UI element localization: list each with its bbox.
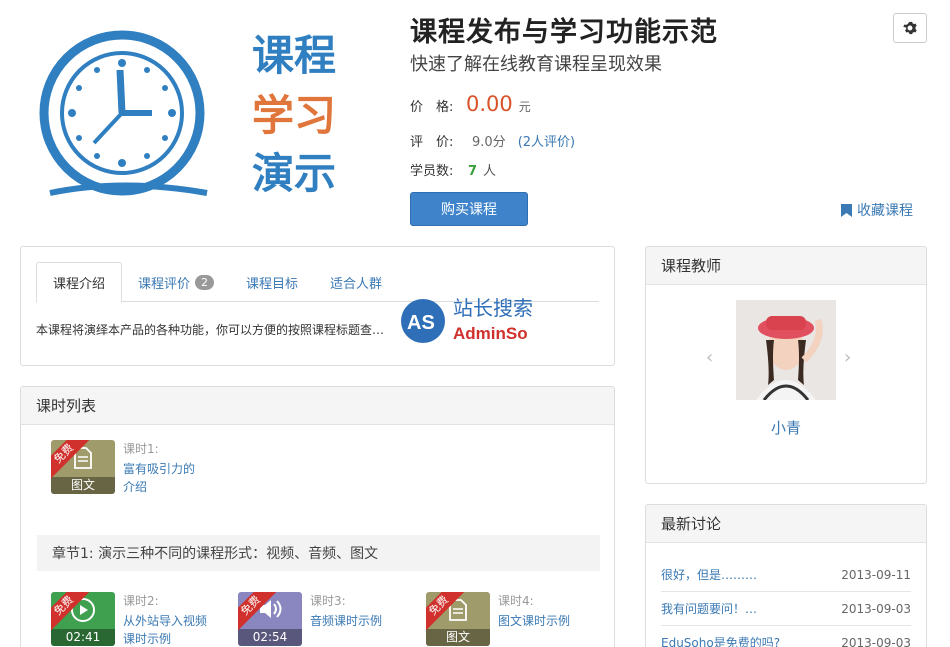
price-unit: 元	[518, 100, 531, 114]
lesson-number: 课时2:	[123, 594, 159, 608]
bookmark-icon	[841, 203, 852, 217]
lesson-item[interactable]: 02:54 免费 课时3: 音频课时示例	[238, 592, 418, 647]
lesson-thumbnail: 图文 免费	[51, 440, 115, 494]
lesson-list-heading: 课时列表	[21, 387, 614, 425]
teacher-heading: 课程教师	[646, 247, 926, 285]
lesson-item[interactable]: 02:41 免费 课时2: 从外站导入视频课时示例	[51, 592, 231, 647]
lesson-thumbnail: 图文 免费	[426, 592, 490, 646]
lesson-title[interactable]: 音频课时示例	[310, 612, 410, 630]
discussion-date: 2013-09-03	[841, 635, 911, 647]
buy-course-button[interactable]: 购买课程	[410, 192, 528, 226]
discussion-row: 很好，但是……… 2013-09-11	[661, 558, 911, 592]
lesson-number: 课时1:	[123, 442, 159, 456]
rating-row: 评 价: 9.0分 (2人评价)	[410, 131, 575, 150]
price-value: 0.00	[466, 92, 513, 116]
tab-audience[interactable]: 适合人群	[314, 262, 398, 302]
discussion-title[interactable]: EduSoho是免费的吗?	[661, 634, 780, 647]
price-label: 价 格:	[410, 100, 454, 115]
lesson-title[interactable]: 图文课时示例	[498, 612, 598, 630]
discussion-row: EduSoho是免费的吗? 2013-09-03	[661, 626, 911, 647]
favorite-course-link[interactable]: 收藏课程	[841, 200, 913, 220]
rating-label: 评 价:	[410, 135, 454, 150]
lesson-duration: 02:54	[238, 629, 302, 646]
lesson-thumbnail: 02:54 免费	[238, 592, 302, 646]
cover-line-2: 学习	[252, 92, 336, 139]
course-title: 课程发布与学习功能示范	[410, 17, 718, 48]
lesson-number: 课时4:	[498, 594, 534, 608]
students-value: 7	[468, 164, 478, 179]
lesson-thumbnail: 02:41 免费	[51, 592, 115, 646]
settings-button[interactable]	[893, 13, 927, 43]
watermark-line-1: 站长搜索	[453, 297, 533, 320]
lesson-type: 图文	[51, 477, 115, 494]
watermark-logo-text: AS	[407, 312, 435, 334]
chapter-header: 章节1: 演示三种不同的课程形式：视频、音频、图文	[37, 535, 600, 571]
teacher-name[interactable]: 小青	[646, 417, 926, 438]
review-count-badge: 2	[195, 274, 215, 290]
students-row: 学员数: 7 人	[410, 160, 496, 179]
rating-value: 9.0分	[472, 135, 506, 150]
cover-line-3: 演示	[252, 150, 336, 197]
lesson-type: 图文	[426, 629, 490, 646]
gear-icon	[903, 21, 917, 35]
price-row: 价 格: 0.00 元	[410, 92, 531, 116]
rating-count-link[interactable]: (2人评价)	[518, 131, 575, 150]
tab-goals[interactable]: 课程目标	[230, 262, 314, 302]
cover-line-1: 课程	[252, 32, 336, 79]
discussion-title[interactable]: 很好，但是………	[661, 566, 757, 583]
favorite-label: 收藏课程	[857, 203, 913, 219]
prev-teacher-arrow[interactable]: ‹	[706, 347, 713, 368]
discussion-panel: 最新讨论 很好，但是……… 2013-09-11 我有问题要问！… 2013-0…	[645, 504, 927, 647]
teacher-avatar[interactable]	[736, 300, 836, 400]
course-intro-panel: 课程介绍 课程评价 2 课程目标 适合人群 本课程将演绎本产品的各种功能，你可以方…	[20, 246, 615, 366]
discussion-date: 2013-09-11	[841, 567, 911, 582]
next-teacher-arrow[interactable]: ›	[844, 347, 851, 368]
lesson-title[interactable]: 富有吸引力的介绍	[123, 460, 203, 496]
tab-intro[interactable]: 课程介绍	[36, 262, 123, 303]
lesson-duration: 02:41	[51, 629, 115, 646]
watermark-line-2: AdminSo	[453, 324, 528, 343]
discussion-heading: 最新讨论	[646, 505, 926, 543]
lesson-list-panel: 课时列表 图文 免费 课时1: 富有吸引力的介绍 章节1: 演示三种不同的课程形…	[20, 386, 615, 647]
discussion-date: 2013-09-03	[841, 601, 911, 616]
students-label: 学员数:	[410, 164, 454, 179]
discussion-row: 我有问题要问！… 2013-09-03	[661, 592, 911, 626]
teacher-panel: 课程教师 ‹ › 小青	[645, 246, 927, 484]
students-unit: 人	[483, 164, 497, 179]
course-cover-image: 课程 学习 演示	[22, 8, 380, 218]
watermark-logo: AS 站长搜索 AdminSo	[401, 297, 533, 343]
lesson-item[interactable]: 图文 免费 课时1: 富有吸引力的介绍	[51, 440, 231, 500]
lesson-title[interactable]: 从外站导入视频课时示例	[123, 612, 213, 647]
course-subtitle: 快速了解在线教育课程呈现效果	[410, 54, 662, 75]
intro-text: 本课程将演绎本产品的各种功能，你可以方便的按照课程标题查…	[36, 323, 385, 337]
lesson-item[interactable]: 图文 免费 课时4: 图文课时示例	[426, 592, 606, 647]
tab-reviews[interactable]: 课程评价 2	[122, 262, 230, 302]
lesson-number: 课时3:	[310, 594, 346, 608]
clock-icon	[39, 30, 208, 196]
discussion-title[interactable]: 我有问题要问！…	[661, 600, 757, 617]
